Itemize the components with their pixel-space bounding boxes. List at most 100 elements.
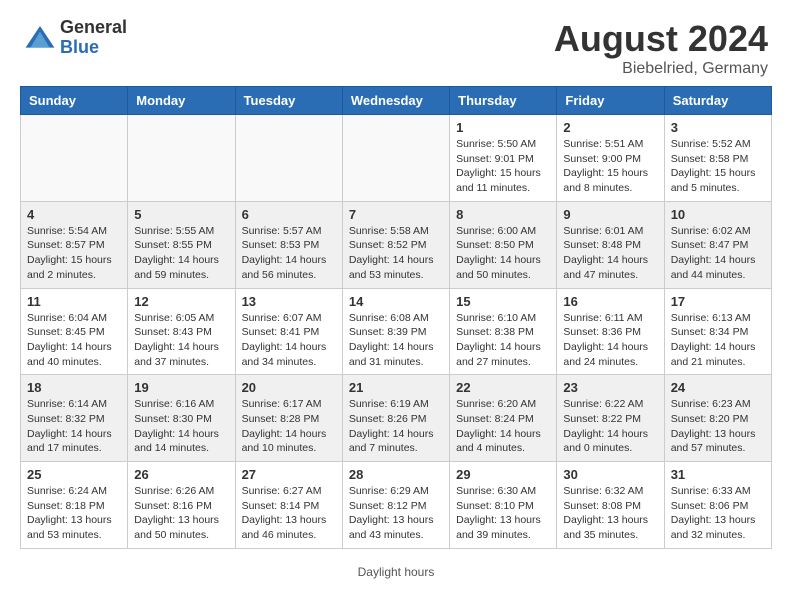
day-info: Sunrise: 6:30 AMSunset: 8:10 PMDaylight:…: [456, 484, 550, 543]
day-number: 25: [27, 467, 121, 482]
calendar-cell: [128, 115, 235, 202]
day-header-wednesday: Wednesday: [342, 87, 449, 115]
day-number: 14: [349, 294, 443, 309]
calendar-cell: 6Sunrise: 5:57 AMSunset: 8:53 PMDaylight…: [235, 201, 342, 288]
calendar-cell: 3 Sunrise: 5:52 AMSunset: 8:58 PMDaylight…: [664, 115, 771, 202]
logo-icon: [24, 22, 56, 54]
calendar-cell: 19Sunrise: 6:16 AMSunset: 8:30 PMDayligh…: [128, 375, 235, 462]
calendar-header: SundayMondayTuesdayWednesdayThursdayFrid…: [21, 87, 772, 115]
calendar-cell: 25 Sunrise: 6:24 AMSunset: 8:18 PMDayligh…: [21, 462, 128, 549]
day-number: 22: [456, 380, 550, 395]
day-info: Sunrise: 6:11 AMSunset: 8:36 PMDaylight:…: [563, 311, 657, 370]
calendar-cell: 17 Sunrise: 6:13 AMSunset: 8:34 PMDayligh…: [664, 288, 771, 375]
days-header-row: SundayMondayTuesdayWednesdayThursdayFrid…: [21, 87, 772, 115]
calendar-cell: 22Sunrise: 6:20 AMSunset: 8:24 PMDayligh…: [450, 375, 557, 462]
calendar-week-5: 25 Sunrise: 6:24 AMSunset: 8:18 PMDayligh…: [21, 462, 772, 549]
day-info: Sunrise: 6:26 AMSunset: 8:16 PMDaylight:…: [134, 484, 228, 543]
day-header-sunday: Sunday: [21, 87, 128, 115]
day-info: Sunrise: 6:27 AMSunset: 8:14 PMDaylight:…: [242, 484, 336, 543]
calendar-cell: 1 Sunrise: 5:50 AMSunset: 9:01 PMDaylight…: [450, 115, 557, 202]
day-info: Sunrise: 6:10 AMSunset: 8:38 PMDaylight:…: [456, 311, 550, 370]
day-info: Sunrise: 5:52 AMSunset: 8:58 PMDaylight:…: [671, 137, 765, 196]
logo-text: General Blue: [60, 18, 127, 58]
calendar-cell: 15 Sunrise: 6:10 AMSunset: 8:38 PMDayligh…: [450, 288, 557, 375]
day-info: Sunrise: 5:51 AMSunset: 9:00 PMDaylight:…: [563, 137, 657, 196]
day-info: Sunrise: 5:54 AMSunset: 8:57 PMDaylight:…: [27, 224, 121, 283]
calendar-cell: 5Sunrise: 5:55 AMSunset: 8:55 PMDaylight…: [128, 201, 235, 288]
calendar-cell: 28Sunrise: 6:29 AMSunset: 8:12 PMDayligh…: [342, 462, 449, 549]
day-header-monday: Monday: [128, 87, 235, 115]
calendar-table: SundayMondayTuesdayWednesdayThursdayFrid…: [20, 86, 772, 549]
day-info: Sunrise: 6:02 AMSunset: 8:47 PMDaylight:…: [671, 224, 765, 283]
logo: General Blue: [24, 18, 127, 58]
calendar-cell: [21, 115, 128, 202]
day-info: Sunrise: 6:22 AMSunset: 8:22 PMDaylight:…: [563, 397, 657, 456]
day-number: 3: [671, 120, 765, 135]
day-number: 24: [671, 380, 765, 395]
day-number: 4: [27, 207, 121, 222]
calendar-cell: 13Sunrise: 6:07 AMSunset: 8:41 PMDayligh…: [235, 288, 342, 375]
day-info: Sunrise: 6:32 AMSunset: 8:08 PMDaylight:…: [563, 484, 657, 543]
day-info: Sunrise: 6:24 AMSunset: 8:18 PMDaylight:…: [27, 484, 121, 543]
day-number: 11: [27, 294, 121, 309]
day-number: 27: [242, 467, 336, 482]
calendar-cell: 4 Sunrise: 5:54 AMSunset: 8:57 PMDaylight…: [21, 201, 128, 288]
logo-general-text: General: [60, 18, 127, 38]
day-number: 10: [671, 207, 765, 222]
calendar-cell: 7Sunrise: 5:58 AMSunset: 8:52 PMDaylight…: [342, 201, 449, 288]
day-info: Sunrise: 6:01 AMSunset: 8:48 PMDaylight:…: [563, 224, 657, 283]
day-number: 1: [456, 120, 550, 135]
day-number: 28: [349, 467, 443, 482]
calendar-cell: 20 Sunrise: 6:17 AMSunset: 8:28 PMDayligh…: [235, 375, 342, 462]
calendar-cell: 24Sunrise: 6:23 AMSunset: 8:20 PMDayligh…: [664, 375, 771, 462]
calendar-week-4: 18Sunrise: 6:14 AMSunset: 8:32 PMDayligh…: [21, 375, 772, 462]
calendar-cell: 12Sunrise: 6:05 AMSunset: 8:43 PMDayligh…: [128, 288, 235, 375]
day-info: Sunrise: 5:57 AMSunset: 8:53 PMDaylight:…: [242, 224, 336, 283]
logo-blue-text: Blue: [60, 38, 127, 58]
day-info: Sunrise: 6:00 AMSunset: 8:50 PMDaylight:…: [456, 224, 550, 283]
day-number: 21: [349, 380, 443, 395]
page-header: General Blue August 2024 Biebelried, Ger…: [0, 0, 792, 86]
day-info: Sunrise: 6:07 AMSunset: 8:41 PMDaylight:…: [242, 311, 336, 370]
calendar-body: 1 Sunrise: 5:50 AMSunset: 9:01 PMDaylight…: [21, 115, 772, 549]
day-number: 8: [456, 207, 550, 222]
day-info: Sunrise: 6:16 AMSunset: 8:30 PMDaylight:…: [134, 397, 228, 456]
calendar-location: Biebelried, Germany: [554, 60, 768, 78]
day-number: 9: [563, 207, 657, 222]
day-header-saturday: Saturday: [664, 87, 771, 115]
calendar-cell: 14 Sunrise: 6:08 AMSunset: 8:39 PMDayligh…: [342, 288, 449, 375]
day-number: 2: [563, 120, 657, 135]
calendar-cell: 16Sunrise: 6:11 AMSunset: 8:36 PMDayligh…: [557, 288, 664, 375]
calendar-cell: 11Sunrise: 6:04 AMSunset: 8:45 PMDayligh…: [21, 288, 128, 375]
calendar-cell: 31Sunrise: 6:33 AMSunset: 8:06 PMDayligh…: [664, 462, 771, 549]
day-number: 20: [242, 380, 336, 395]
calendar-cell: 27 Sunrise: 6:27 AMSunset: 8:14 PMDayligh…: [235, 462, 342, 549]
calendar-week-1: 1 Sunrise: 5:50 AMSunset: 9:01 PMDaylight…: [21, 115, 772, 202]
calendar-cell: 29 Sunrise: 6:30 AMSunset: 8:10 PMDayligh…: [450, 462, 557, 549]
day-number: 23: [563, 380, 657, 395]
day-info: Sunrise: 6:17 AMSunset: 8:28 PMDaylight:…: [242, 397, 336, 456]
day-number: 17: [671, 294, 765, 309]
footer-note: Daylight hours: [0, 559, 792, 585]
calendar-cell: 18Sunrise: 6:14 AMSunset: 8:32 PMDayligh…: [21, 375, 128, 462]
day-info: Sunrise: 6:05 AMSunset: 8:43 PMDaylight:…: [134, 311, 228, 370]
day-info: Sunrise: 6:08 AMSunset: 8:39 PMDaylight:…: [349, 311, 443, 370]
calendar-cell: 8 Sunrise: 6:00 AMSunset: 8:50 PMDaylight…: [450, 201, 557, 288]
calendar-cell: 9 Sunrise: 6:01 AMSunset: 8:48 PMDaylight…: [557, 201, 664, 288]
day-number: 30: [563, 467, 657, 482]
calendar-title: August 2024: [554, 18, 768, 60]
calendar-wrapper: SundayMondayTuesdayWednesdayThursdayFrid…: [0, 86, 792, 559]
calendar-cell: 23 Sunrise: 6:22 AMSunset: 8:22 PMDayligh…: [557, 375, 664, 462]
calendar-cell: 2 Sunrise: 5:51 AMSunset: 9:00 PMDaylight…: [557, 115, 664, 202]
day-info: Sunrise: 6:19 AMSunset: 8:26 PMDaylight:…: [349, 397, 443, 456]
day-number: 29: [456, 467, 550, 482]
title-block: August 2024 Biebelried, Germany: [554, 18, 768, 78]
day-info: Sunrise: 5:58 AMSunset: 8:52 PMDaylight:…: [349, 224, 443, 283]
day-info: Sunrise: 5:50 AMSunset: 9:01 PMDaylight:…: [456, 137, 550, 196]
day-number: 5: [134, 207, 228, 222]
day-info: Sunrise: 6:14 AMSunset: 8:32 PMDaylight:…: [27, 397, 121, 456]
day-number: 15: [456, 294, 550, 309]
day-info: Sunrise: 6:13 AMSunset: 8:34 PMDaylight:…: [671, 311, 765, 370]
calendar-cell: 26Sunrise: 6:26 AMSunset: 8:16 PMDayligh…: [128, 462, 235, 549]
calendar-cell: [342, 115, 449, 202]
